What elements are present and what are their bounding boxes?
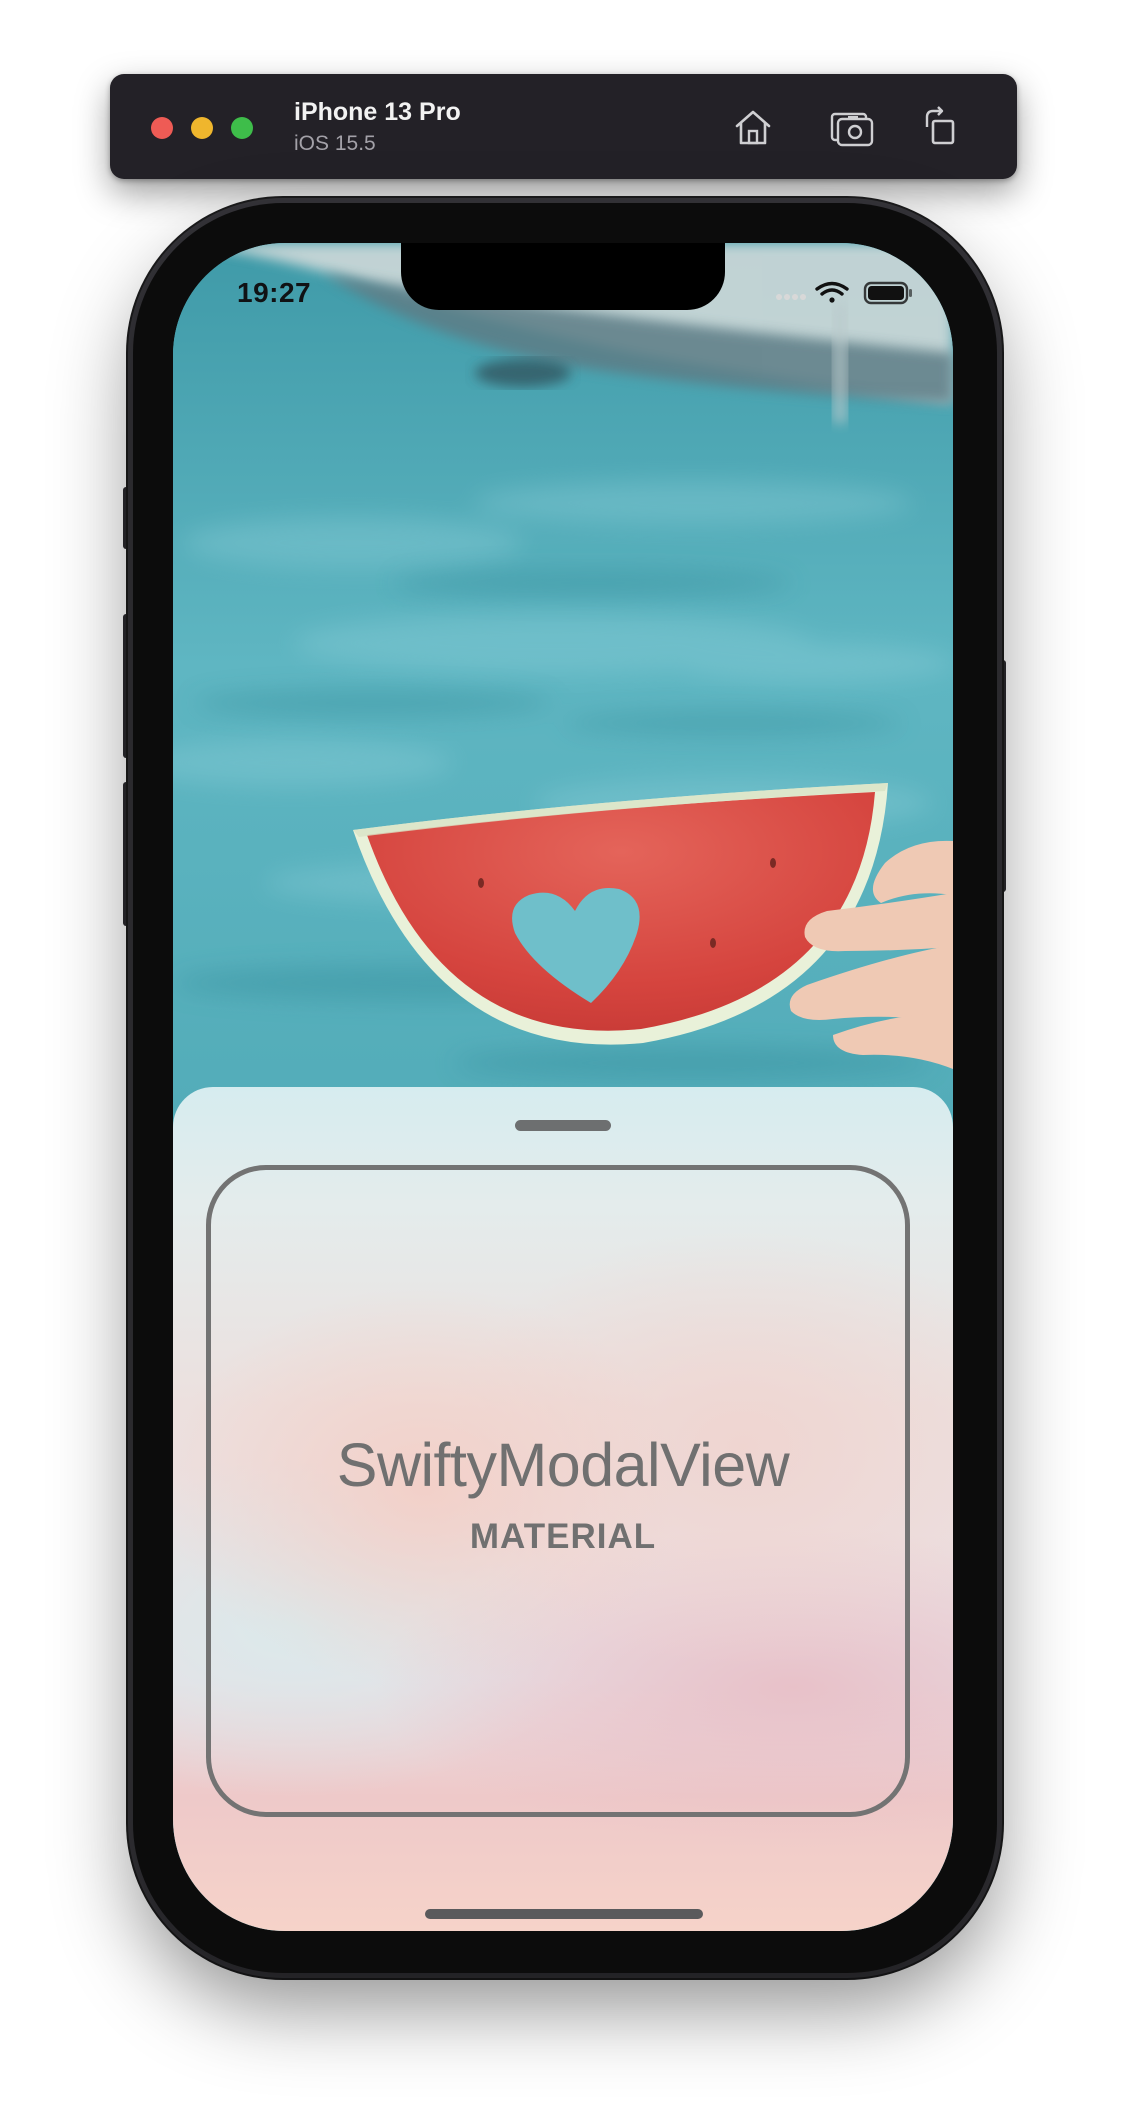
device-screen: 19:27 SwiftyModalView MATERIAL — [173, 243, 953, 1931]
simulator-title-bar: iPhone 13 Pro iOS 15.5 — [110, 74, 1017, 179]
home-icon — [735, 110, 771, 145]
os-version: iOS 15.5 — [294, 132, 376, 155]
close-window-button[interactable] — [151, 117, 173, 139]
volume-down-button — [123, 782, 133, 926]
power-button — [996, 660, 1006, 892]
home-indicator[interactable] — [425, 1909, 703, 1919]
sheet-grabber[interactable] — [515, 1120, 611, 1131]
cellular-icon — [776, 294, 806, 300]
home-button[interactable] — [728, 102, 778, 152]
modal-sheet[interactable]: SwiftyModalView MATERIAL — [173, 1087, 953, 1931]
minimize-window-button[interactable] — [191, 117, 213, 139]
screenshot-button[interactable] — [827, 102, 877, 152]
device-name: iPhone 13 Pro — [294, 98, 461, 126]
notch — [401, 243, 725, 310]
rotate-icon — [925, 106, 955, 145]
zoom-window-button[interactable] — [231, 117, 253, 139]
status-icons — [776, 281, 912, 305]
mute-switch — [123, 487, 133, 549]
wifi-icon — [815, 281, 849, 303]
battery-icon — [863, 281, 912, 305]
modal-title: SwiftyModalView — [336, 1431, 790, 1499]
status-time: 19:27 — [237, 277, 312, 308]
screenshot-icon — [830, 112, 874, 147]
rotate-button[interactable] — [916, 102, 966, 152]
modal-subtitle: MATERIAL — [469, 1517, 657, 1556]
volume-up-button — [123, 614, 133, 758]
